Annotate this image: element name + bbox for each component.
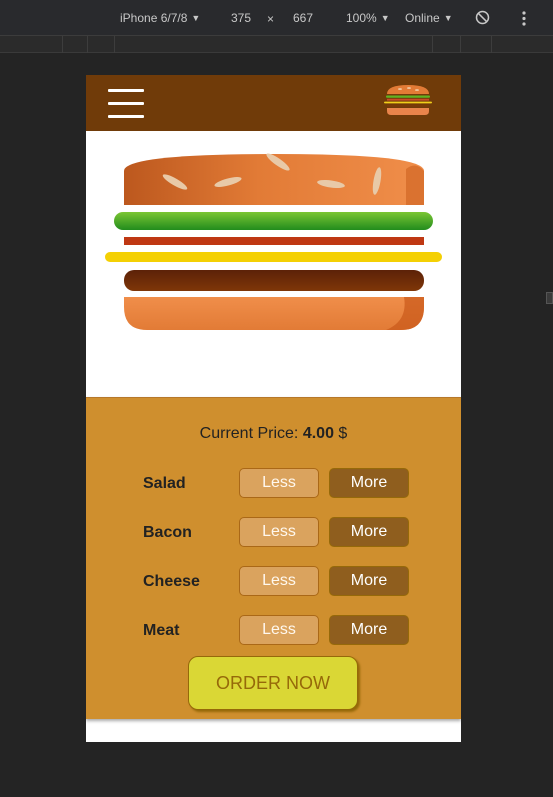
ingredient-label: Bacon	[143, 524, 192, 541]
build-control-meat: Meat Less More	[143, 615, 409, 647]
ruler-divider	[460, 36, 461, 53]
more-cheese-button[interactable]: More	[329, 566, 409, 596]
less-meat-button[interactable]: Less	[239, 615, 319, 645]
ingredient-label: Meat	[143, 622, 180, 639]
ruler-divider	[114, 36, 115, 53]
ingredient-label: Salad	[143, 475, 186, 492]
device-viewport: Current Price: 4.00 $ Salad Less More Ba…	[86, 75, 461, 742]
less-cheese-button[interactable]: Less	[239, 566, 319, 596]
app-toolbar	[86, 75, 461, 131]
chevron-down-icon: ▼	[191, 13, 201, 23]
more-salad-button[interactable]: More	[329, 468, 409, 498]
ruler-divider	[62, 36, 63, 53]
zoom-value: 100%	[346, 11, 377, 25]
meat-layer	[124, 270, 424, 291]
ruler-divider	[491, 36, 492, 53]
menu-icon[interactable]	[108, 89, 144, 118]
ingredient-label: Cheese	[143, 573, 200, 590]
price-label: Current Price:	[199, 425, 299, 442]
chevron-down-icon: ▼	[443, 13, 453, 23]
build-control-bacon: Bacon Less More	[143, 517, 409, 549]
network-value: Online	[405, 11, 440, 25]
zoom-select[interactable]: 100% ▼	[346, 11, 390, 25]
ruler-divider	[432, 36, 433, 53]
bacon-layer	[124, 237, 424, 245]
salad-layer	[114, 212, 433, 230]
rotate-icon[interactable]	[475, 10, 490, 25]
network-throttle-select[interactable]: Online ▼	[405, 11, 453, 25]
height-field[interactable]: 667	[293, 11, 313, 25]
bread-bottom	[124, 297, 424, 330]
device-select[interactable]: iPhone 6/7/8 ▼	[120, 11, 200, 25]
burger-logo-icon[interactable]	[383, 83, 433, 117]
order-now-button[interactable]: ORDER NOW	[188, 656, 358, 710]
more-options-icon[interactable]	[521, 11, 527, 26]
device-name: iPhone 6/7/8	[120, 11, 188, 25]
resize-handle[interactable]	[546, 292, 553, 304]
less-bacon-button[interactable]: Less	[239, 517, 319, 547]
ruler-divider	[87, 36, 88, 53]
width-field[interactable]: 375	[231, 11, 251, 25]
build-control-cheese: Cheese Less More	[143, 566, 409, 598]
devtools-device-toolbar: iPhone 6/7/8 ▼ 375 × 667 100% ▼ Online ▼	[0, 0, 553, 36]
build-control-salad: Salad Less More	[143, 468, 409, 500]
more-bacon-button[interactable]: More	[329, 517, 409, 547]
dimension-separator: ×	[267, 12, 275, 26]
more-meat-button[interactable]: More	[329, 615, 409, 645]
price-value: 4.00	[302, 425, 334, 442]
burger-builder	[86, 131, 461, 397]
price-currency: $	[338, 425, 348, 442]
devtools-media-ruler	[0, 36, 553, 53]
build-controls: Current Price: 4.00 $ Salad Less More Ba…	[86, 397, 461, 719]
cheese-layer	[105, 252, 442, 262]
less-salad-button[interactable]: Less	[239, 468, 319, 498]
current-price: Current Price: 4.00 $	[86, 425, 461, 443]
chevron-down-icon: ▼	[380, 13, 390, 23]
